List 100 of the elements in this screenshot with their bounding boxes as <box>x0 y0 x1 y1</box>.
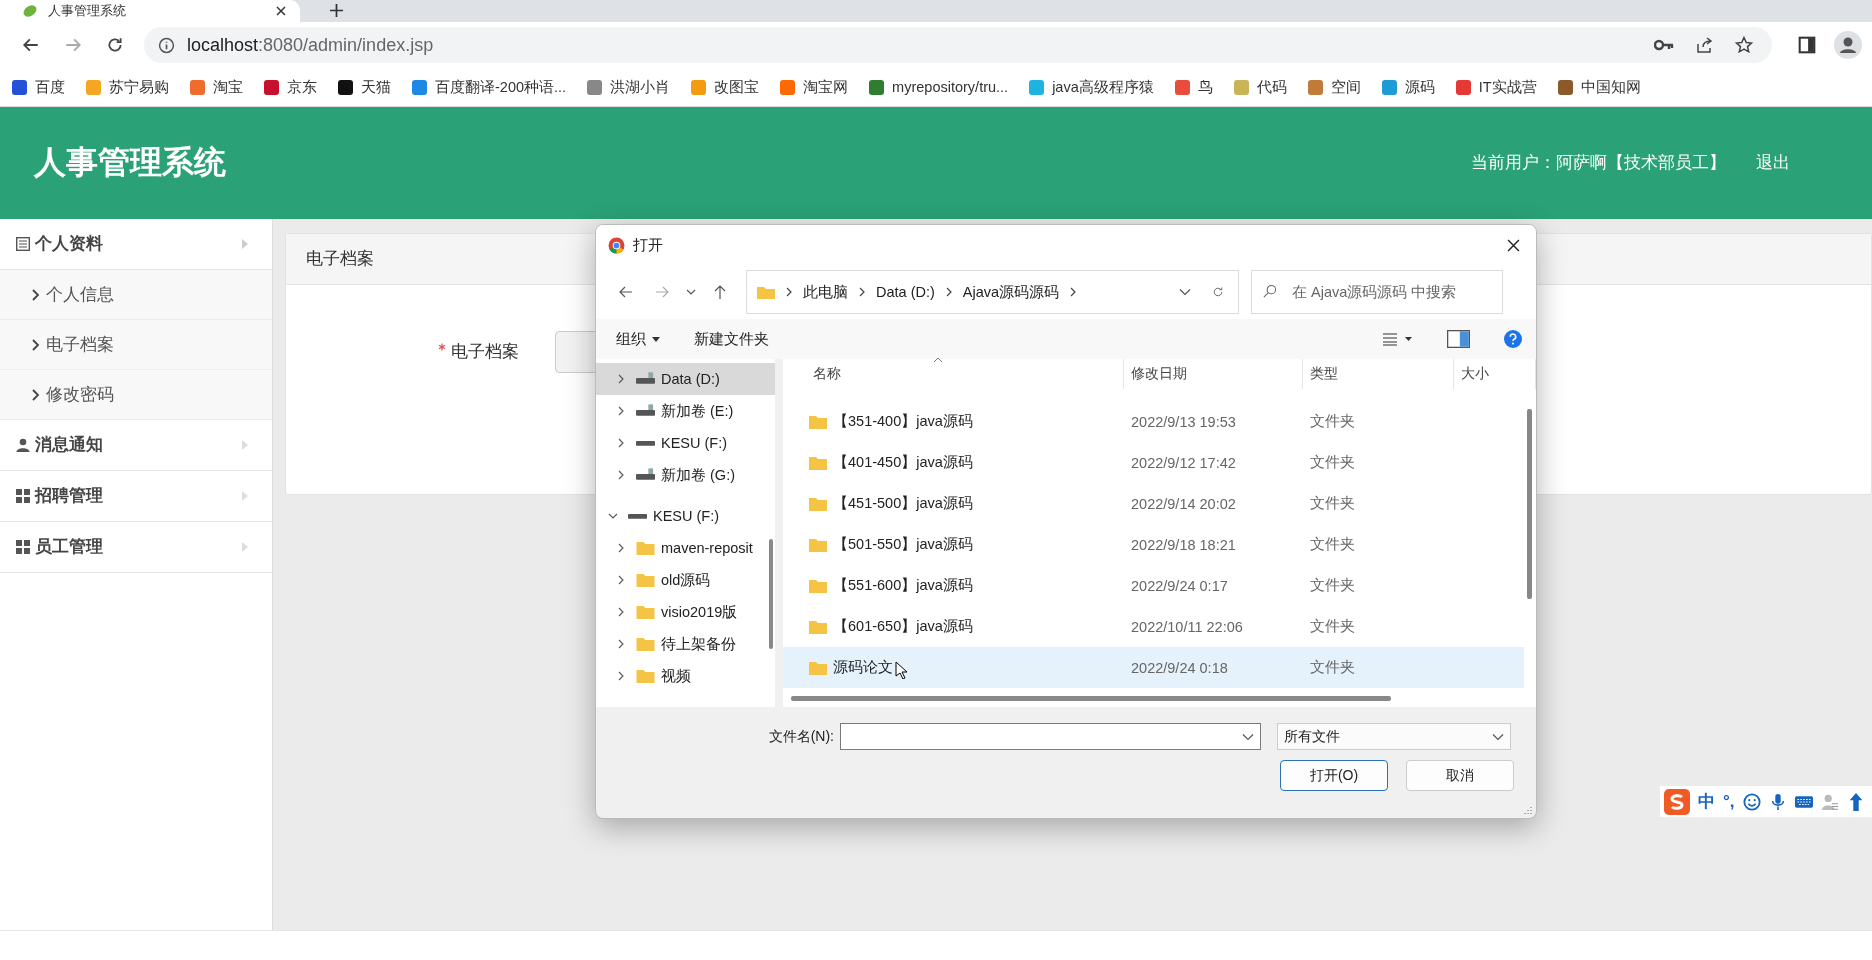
side-panel-icon[interactable] <box>1798 36 1816 54</box>
column-header[interactable]: 类型 <box>1303 359 1454 389</box>
bookmark[interactable]: 鸟 <box>1174 77 1213 97</box>
file-date: 2022/9/24 0:17 <box>1130 577 1229 594</box>
bookmark[interactable]: java高级程序猿 <box>1029 77 1154 97</box>
menu-item[interactable]: 电子档案 <box>0 320 272 370</box>
folder-icon <box>636 669 655 683</box>
file-row[interactable]: 【401-450】java源码 2022/9/12 17:42 文件夹 <box>783 442 1524 483</box>
bookmark-icon <box>1233 79 1249 95</box>
help-icon[interactable] <box>1504 330 1522 348</box>
scrollbar[interactable] <box>1527 409 1532 599</box>
bookmark[interactable]: 洪湖小肖 <box>587 77 671 97</box>
toolbar-button[interactable]: 新建文件夹 <box>694 329 769 349</box>
chevron-icon[interactable] <box>945 287 952 297</box>
bookmark[interactable]: 京东 <box>264 77 317 97</box>
file-row[interactable]: 【601-650】java源码 2022/10/11 22:06 文件夹 <box>783 606 1524 647</box>
bookmark-icon <box>1029 79 1045 95</box>
menu-item[interactable]: 个人信息 <box>0 270 272 320</box>
menu-group[interactable]: 员工管理 <box>0 522 272 573</box>
chevron-icon[interactable] <box>859 287 865 297</box>
tree-item[interactable]: KESU (F:) <box>596 500 775 532</box>
menu-group[interactable]: 招聘管理 <box>0 471 272 522</box>
open-button[interactable]: 打开(O) <box>1280 760 1388 791</box>
bookmark[interactable]: 源码 <box>1381 77 1435 97</box>
folder-icon <box>636 637 655 651</box>
logo-icon[interactable] <box>1664 788 1690 815</box>
bookmark[interactable]: 百度翻译-200种语... <box>412 77 567 97</box>
folder-icon <box>636 541 655 555</box>
file-type-select[interactable]: 所有文件 <box>1277 723 1511 750</box>
close-icon[interactable] <box>1507 238 1520 252</box>
column-header[interactable]: 修改日期 <box>1124 359 1303 389</box>
bookmark[interactable]: 改图宝 <box>691 77 760 97</box>
path-segment[interactable]: Ajava源码源码 <box>962 282 1060 302</box>
tree-item[interactable]: 视频 <box>596 660 775 692</box>
tree-item[interactable]: KESU (F:) <box>596 427 775 459</box>
address-bar[interactable]: localhost:8080/admin/index.jsp <box>144 27 1772 63</box>
resize-grip-icon[interactable] <box>1523 805 1532 814</box>
file-row[interactable]: 【551-600】java源码 2022/9/24 0:17 文件夹 <box>783 565 1524 606</box>
scrollbar[interactable] <box>791 696 1391 701</box>
sort-icon <box>933 357 943 363</box>
file-row[interactable]: 【351-400】java源码 2022/9/13 19:53 文件夹 <box>783 401 1524 442</box>
file-row[interactable]: 源码论文 2022/9/24 0:18 文件夹 <box>783 647 1524 688</box>
folder-icon <box>809 455 827 470</box>
column-header[interactable]: 名称 <box>783 359 1124 389</box>
path-segment[interactable]: 此电脑 <box>803 282 848 302</box>
dropdown-icon[interactable] <box>686 289 696 295</box>
search-field[interactable]: 在 Ajava源码源码 中搜索 <box>1251 270 1503 314</box>
chevron-icon <box>32 388 40 401</box>
bookmark[interactable]: 百度 <box>12 77 65 97</box>
filename-field[interactable] <box>840 723 1261 750</box>
file-date: 2022/9/13 19:53 <box>1130 413 1237 430</box>
tree-item[interactable]: visio2019版 <box>596 596 775 628</box>
bookmark[interactable]: 淘宝 <box>190 77 243 97</box>
path-segment[interactable]: Data (D:) <box>876 284 935 300</box>
scrollbar[interactable] <box>769 539 773 649</box>
chevron-icon[interactable] <box>1070 287 1077 297</box>
tree-item[interactable]: 待上架备份 <box>596 628 775 660</box>
smiley-icon[interactable] <box>1742 792 1761 811</box>
bookmark-icon <box>190 79 205 95</box>
input-mode[interactable]: 中 <box>1698 790 1715 813</box>
close-icon[interactable] <box>276 6 286 16</box>
tree-item[interactable]: maven-reposit <box>596 532 775 564</box>
column-header[interactable]: 大小 <box>1454 359 1536 389</box>
tree-item[interactable]: 新加卷 (E:) <box>596 395 775 427</box>
tree-item[interactable]: old源码 <box>596 564 775 596</box>
bookmark[interactable]: 代码 <box>1233 77 1287 97</box>
grid-icon <box>16 489 30 503</box>
reload-icon[interactable] <box>106 36 124 54</box>
share-icon[interactable] <box>1694 36 1714 54</box>
bookmark[interactable]: 空间 <box>1307 77 1361 97</box>
new-tab-icon[interactable] <box>330 4 343 17</box>
menu-group[interactable]: 消息通知 <box>0 420 272 471</box>
star-icon[interactable] <box>1734 36 1754 54</box>
bookmark[interactable]: myrepository/tru... <box>869 79 1009 95</box>
bookmark[interactable]: 苏宁易购 <box>86 77 169 97</box>
bookmark[interactable]: IT实战营 <box>1455 77 1537 97</box>
back-icon[interactable] <box>618 284 634 300</box>
back-icon[interactable] <box>22 36 40 54</box>
tree-item[interactable]: 新加卷 (G:) <box>596 459 775 491</box>
bookmark-icon <box>86 79 101 95</box>
file-row[interactable]: 【451-500】java源码 2022/9/14 20:02 文件夹 <box>783 483 1524 524</box>
toolbar-button[interactable]: 组织 <box>616 329 660 349</box>
path-bar[interactable]: 此电脑 Data (D:) Ajava源码源码 <box>746 270 1239 314</box>
menu-item[interactable]: 修改密码 <box>0 370 272 420</box>
up-icon[interactable] <box>712 284 728 300</box>
file-row[interactable]: 【501-550】java源码 2022/9/18 18:21 文件夹 <box>783 524 1524 565</box>
punctuation-mode[interactable]: °, <box>1723 791 1735 812</box>
tree-item[interactable]: Data (D:) <box>596 363 775 395</box>
profile-icon[interactable] <box>1834 31 1862 59</box>
chevron-icon[interactable] <box>786 287 792 297</box>
view-menu-icon[interactable] <box>1382 330 1413 348</box>
bookmark[interactable]: 淘宝网 <box>780 77 849 97</box>
bookmark[interactable]: 中国知网 <box>1557 77 1641 97</box>
refresh-icon[interactable] <box>1212 286 1224 298</box>
cancel-button[interactable]: 取消 <box>1406 760 1514 791</box>
dropdown-icon[interactable] <box>1179 286 1191 298</box>
browser-tab[interactable]: 人事管理系统 <box>0 0 300 22</box>
bookmark[interactable]: 天猫 <box>338 77 391 97</box>
chevron-icon <box>616 607 626 617</box>
preview-pane-icon[interactable] <box>1446 330 1470 348</box>
